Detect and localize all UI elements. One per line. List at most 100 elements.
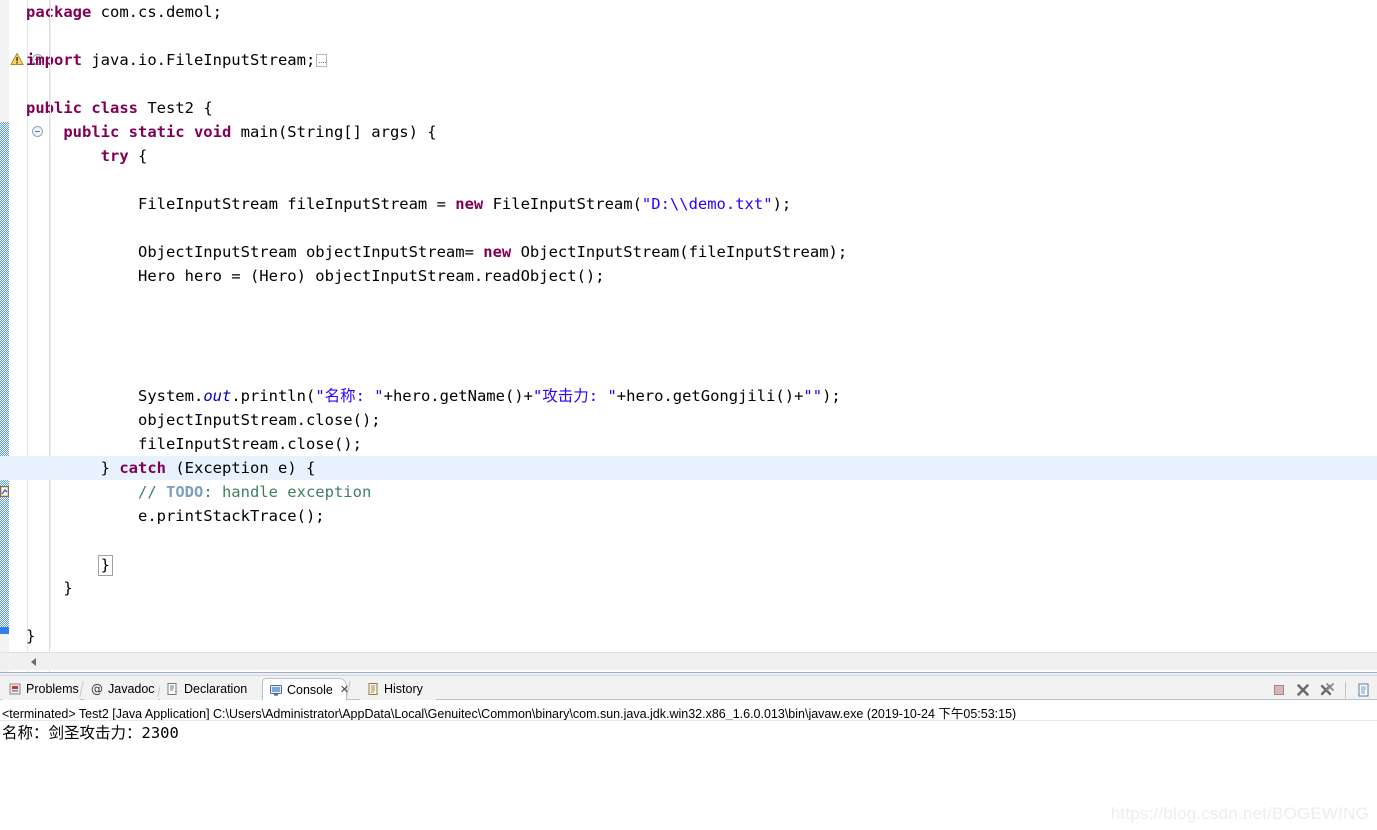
code-line[interactable]: FileInputStream fileInputStream = new Fi… bbox=[0, 192, 1377, 216]
code-token-kw: catch bbox=[119, 459, 166, 477]
code-line[interactable] bbox=[0, 600, 1377, 624]
collapsed-import-icon[interactable] bbox=[316, 54, 328, 67]
view-tabbar[interactable]: Problems @ Javadoc Declaration Console ✕ Histo… bbox=[0, 676, 1377, 701]
code-line[interactable]: fileInputStream.close(); bbox=[0, 432, 1377, 456]
javadoc-icon: @ bbox=[90, 682, 104, 696]
console-output-line: 名称：剑圣攻击力：2300 bbox=[2, 724, 179, 742]
code-line[interactable]: // TODO: handle exception bbox=[0, 480, 1377, 504]
code-token-kw: package bbox=[26, 3, 101, 21]
code-token-plain: ObjectInputStream(fileInputStream); bbox=[520, 243, 848, 261]
tab-problems[interactable]: Problems bbox=[2, 678, 80, 700]
tab-javadoc[interactable]: @ Javadoc bbox=[84, 678, 158, 700]
code-token-plain: java.io.FileInputStream; bbox=[91, 51, 316, 69]
problems-icon bbox=[8, 682, 22, 696]
code-line[interactable]: try { bbox=[0, 144, 1377, 168]
code-token-kw: import bbox=[26, 51, 92, 69]
eclipse-window: package com.cs.demol; import java.io.File… bbox=[0, 0, 1377, 830]
code-line[interactable] bbox=[0, 24, 1377, 48]
code-token-todo: TODO bbox=[165, 483, 204, 501]
code-line[interactable]: Hero hero = (Hero) objectInputStream.rea… bbox=[0, 264, 1377, 288]
code-line[interactable] bbox=[0, 336, 1377, 360]
toolbar-divider bbox=[1345, 682, 1346, 698]
tab-label: Problems bbox=[26, 682, 79, 696]
code-line[interactable]: e.printStackTrace(); bbox=[0, 504, 1377, 528]
code-token-plain: +hero.getName()+ bbox=[383, 387, 533, 405]
code-line-text: FileInputStream fileInputStream = new Fi… bbox=[26, 192, 791, 216]
code-line[interactable] bbox=[0, 72, 1377, 96]
tab-label: Declaration bbox=[184, 682, 248, 696]
code-token-kw: new bbox=[483, 243, 521, 261]
code-token-plain: e.printStackTrace(); bbox=[26, 507, 325, 525]
code-line-text: } catch (Exception e) { bbox=[26, 456, 316, 480]
code-line[interactable]: public static void main(String[] args) { bbox=[0, 120, 1377, 144]
java-editor[interactable]: package com.cs.demol; import java.io.File… bbox=[0, 0, 1377, 672]
code-token-plain: FileInputStream fileInputStream = bbox=[26, 195, 456, 213]
code-text[interactable]: package com.cs.demol; import java.io.File… bbox=[0, 0, 1377, 648]
watermark: https://blog.csdn.net/BOGEWING bbox=[1110, 804, 1369, 823]
indent-guide bbox=[50, 0, 51, 648]
code-line[interactable]: } bbox=[0, 552, 1377, 576]
code-token-plain: ObjectInputStream objectInputStream= bbox=[26, 243, 484, 261]
code-line[interactable]: } bbox=[0, 576, 1377, 600]
code-token-fld: out bbox=[203, 387, 232, 405]
console-toolbar bbox=[1270, 681, 1373, 699]
code-line-text: public class Test2 { bbox=[26, 96, 213, 120]
declaration-icon bbox=[166, 682, 180, 696]
console-icon bbox=[269, 683, 283, 697]
code-token-kw: public static void bbox=[63, 123, 241, 141]
tab-declaration[interactable]: Declaration bbox=[160, 678, 262, 700]
code-line[interactable] bbox=[0, 528, 1377, 552]
remove-all-launches-button[interactable] bbox=[1318, 681, 1336, 699]
code-line[interactable] bbox=[0, 360, 1377, 384]
code-line[interactable]: System.out.println("名称: "+hero.getName()… bbox=[0, 384, 1377, 408]
terminate-button[interactable] bbox=[1270, 681, 1288, 699]
open-console-button[interactable] bbox=[1355, 681, 1373, 699]
code-line-text: e.printStackTrace(); bbox=[26, 504, 325, 528]
bottom-view-panel: Problems @ Javadoc Declaration Console ✕ Histo… bbox=[0, 672, 1377, 830]
code-token-plain: { bbox=[128, 147, 148, 165]
code-token-str: "" bbox=[803, 387, 823, 405]
code-token-kw: new bbox=[455, 195, 493, 213]
code-line-text: try { bbox=[26, 144, 148, 168]
code-token-plain: } bbox=[26, 627, 36, 645]
code-line[interactable]: objectInputStream.close(); bbox=[0, 408, 1377, 432]
code-token-kw: public class bbox=[26, 99, 148, 117]
matching-bracket: } bbox=[97, 555, 113, 576]
code-line[interactable]: import java.io.FileInputStream; bbox=[0, 48, 1377, 72]
code-line-text: objectInputStream.close(); bbox=[26, 408, 381, 432]
code-line-text: // TODO: handle exception bbox=[26, 480, 371, 504]
tab-label: History bbox=[384, 682, 423, 696]
code-line-text: public static void main(String[] args) { bbox=[26, 120, 436, 144]
code-line[interactable]: public class Test2 { bbox=[0, 96, 1377, 120]
code-token-cmt: // bbox=[26, 483, 166, 501]
editor-horizontal-scrollbar[interactable] bbox=[0, 652, 1377, 670]
code-line-text: fileInputStream.close(); bbox=[26, 432, 362, 456]
code-line-text: Hero hero = (Hero) objectInputStream.rea… bbox=[26, 264, 605, 288]
code-token-plain: fileInputStream.close(); bbox=[26, 435, 362, 453]
scroll-left-arrow-icon[interactable] bbox=[28, 656, 41, 668]
code-token-plain: +hero.getGongjili()+ bbox=[616, 387, 804, 405]
history-icon bbox=[366, 682, 380, 696]
code-line[interactable] bbox=[0, 168, 1377, 192]
code-line[interactable]: ObjectInputStream objectInputStream= new… bbox=[0, 240, 1377, 264]
code-line[interactable] bbox=[0, 312, 1377, 336]
tab-console[interactable]: Console ✕ bbox=[262, 678, 349, 701]
remove-launch-button[interactable] bbox=[1294, 681, 1312, 699]
code-line-text: System.out.println("名称: "+hero.getName()… bbox=[26, 384, 841, 408]
code-line[interactable] bbox=[0, 216, 1377, 240]
code-token-str: "名称: " bbox=[315, 387, 384, 405]
code-line[interactable]: package com.cs.demol; bbox=[0, 0, 1377, 24]
code-line[interactable]: } bbox=[0, 624, 1377, 648]
code-token-kw: try bbox=[100, 147, 129, 165]
code-line-text: ObjectInputStream objectInputStream= new… bbox=[26, 240, 847, 264]
code-line[interactable]: } catch (Exception e) { bbox=[0, 456, 1377, 480]
code-line[interactable] bbox=[0, 288, 1377, 312]
code-token-plain: (Exception e) { bbox=[166, 459, 316, 477]
code-token-plain: FileInputStream( bbox=[492, 195, 642, 213]
console-launch-header: <terminated> Test2 [Java Application] C:… bbox=[0, 701, 1377, 721]
code-token-plain: Hero hero = (Hero) objectInputStream.rea… bbox=[26, 267, 605, 285]
tab-history[interactable]: History bbox=[360, 678, 436, 700]
code-token-plain: } bbox=[26, 459, 120, 477]
